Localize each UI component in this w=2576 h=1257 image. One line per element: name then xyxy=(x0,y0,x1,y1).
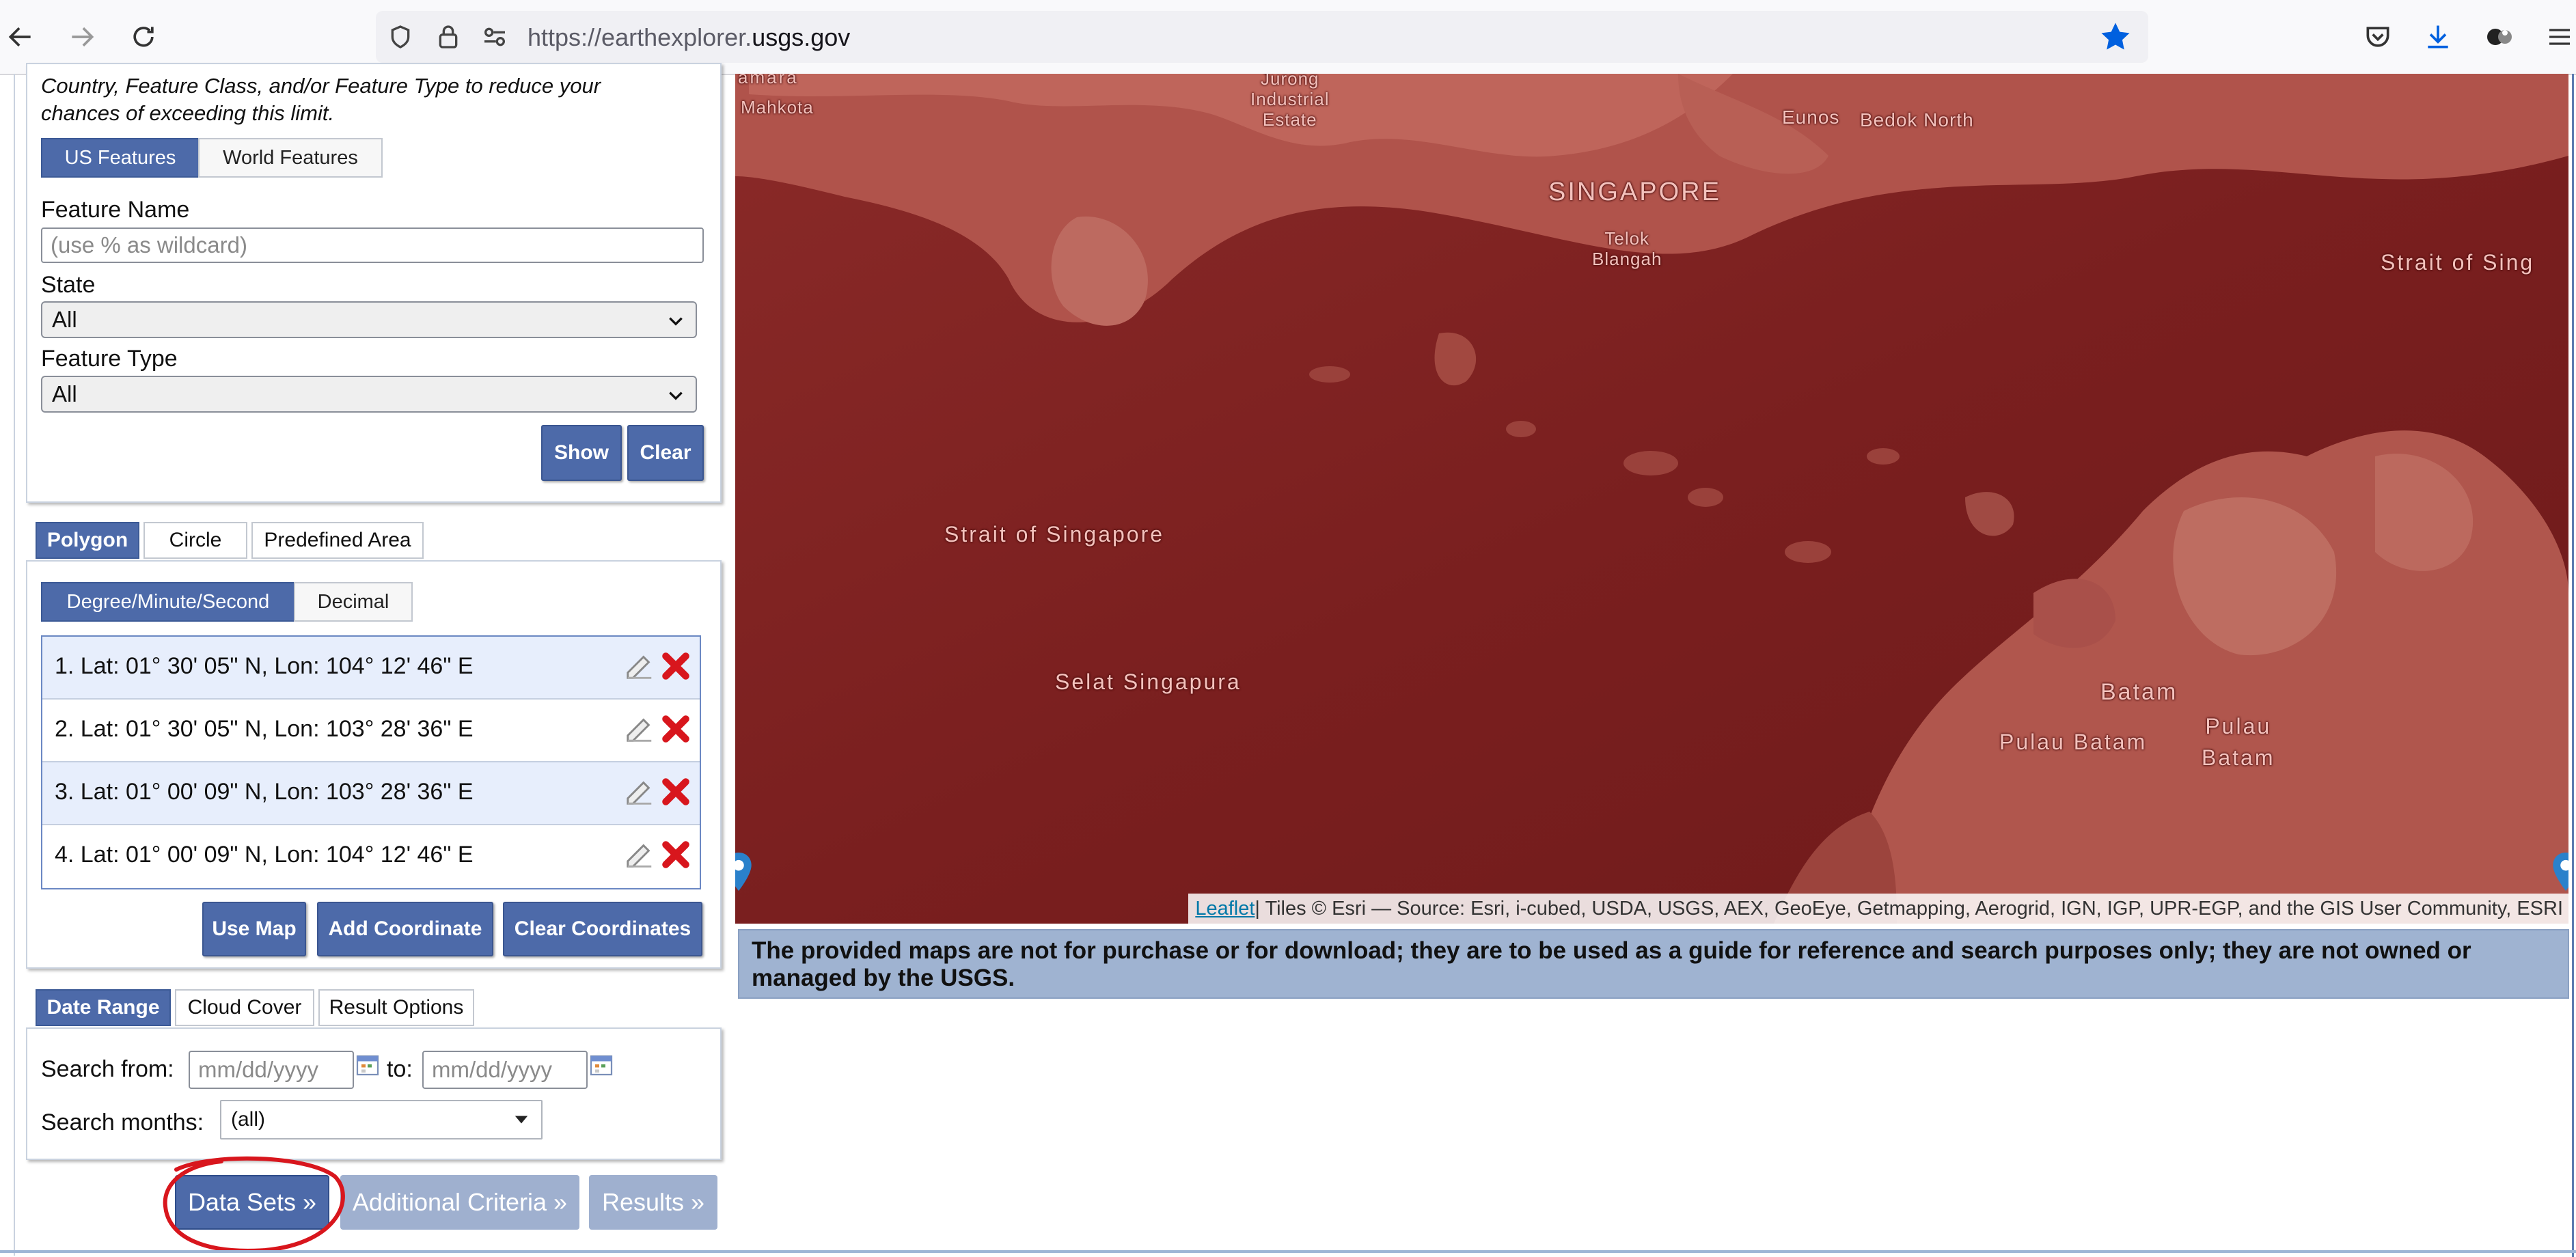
extensions-icon[interactable] xyxy=(2480,18,2519,56)
reload-icon[interactable] xyxy=(123,16,164,57)
download-icon[interactable] xyxy=(2419,18,2457,56)
tab-cloud-cover[interactable]: Cloud Cover xyxy=(175,989,314,1026)
page-right-border xyxy=(2572,74,2574,1257)
limit-note: Country, Feature Class, and/or Feature T… xyxy=(41,74,601,125)
date-range-panel xyxy=(26,1027,722,1160)
menu-icon[interactable] xyxy=(2540,18,2576,56)
add-coordinate-button[interactable]: Add Coordinate xyxy=(317,902,493,956)
coordinate-row: 3. Lat: 01° 00' 09" N, Lon: 103° 28' 36"… xyxy=(42,762,700,825)
map-view[interactable]: amara Mahkota Jurong Industrial Estate E… xyxy=(735,74,2568,924)
coordinate-list: 1. Lat: 01° 30' 05" N, Lon: 104° 12' 46"… xyxy=(41,635,701,889)
map-label-selat-singapura: Selat Singapura xyxy=(1055,669,1242,694)
search-from-label: Search from: xyxy=(41,1056,174,1082)
clear-button[interactable]: Clear xyxy=(627,425,704,481)
chevron-down-icon xyxy=(669,317,683,326)
feature-name-input[interactable]: (use % as wildcard) xyxy=(41,227,704,263)
tab-result-options[interactable]: Result Options xyxy=(318,989,474,1026)
shield-icon[interactable] xyxy=(384,20,417,53)
map-label-eunos: Eunos xyxy=(1782,107,1840,128)
url-text[interactable]: https://earthexplorer.usgs.gov xyxy=(527,23,850,52)
map-label-bedok-north: Bedok North xyxy=(1860,109,1974,130)
map-attribution: Leaflet | Tiles © Esri — Source: Esri, i… xyxy=(1188,894,2568,924)
dropdown-arrow-icon xyxy=(515,1116,528,1124)
url-bar[interactable]: https://earthexplorer.usgs.gov xyxy=(376,11,2148,63)
map-marker-icon[interactable] xyxy=(2553,853,2568,891)
forward-icon[interactable] xyxy=(61,16,102,57)
clear-coordinates-button[interactable]: Clear Coordinates xyxy=(503,902,702,956)
feature-type-select-value: All xyxy=(52,381,77,406)
use-map-button[interactable]: Use Map xyxy=(202,902,306,956)
state-select[interactable]: All xyxy=(41,301,697,338)
coordinate-text: 4. Lat: 01° 00' 09" N, Lon: 104° 12' 46"… xyxy=(55,842,474,868)
edit-icon[interactable] xyxy=(623,650,656,682)
decimal-format-tab[interactable]: Decimal xyxy=(294,582,413,622)
map-label-amara: amara xyxy=(738,74,799,87)
search-to-label: to: xyxy=(387,1056,413,1082)
dms-format-tab[interactable]: Degree/Minute/Second xyxy=(41,582,295,622)
map-disclaimer: The provided maps are not for purchase o… xyxy=(738,929,2569,999)
calendar-icon[interactable] xyxy=(589,1052,614,1077)
delete-icon[interactable] xyxy=(659,775,693,809)
page-left-border xyxy=(14,74,15,1256)
delete-icon[interactable] xyxy=(659,838,693,872)
tab-predefined-area[interactable]: Predefined Area xyxy=(251,522,424,559)
feature-name-label: Feature Name xyxy=(41,197,190,223)
pocket-icon[interactable] xyxy=(2359,18,2397,56)
world-features-tab[interactable]: World Features xyxy=(198,138,383,178)
map-label-jurong: Jurong Industrial Estate xyxy=(1250,74,1330,130)
additional-criteria-button[interactable]: Additional Criteria » xyxy=(340,1175,579,1230)
back-icon[interactable] xyxy=(0,16,41,57)
show-button[interactable]: Show xyxy=(541,425,622,481)
search-months-label: Search months: xyxy=(41,1109,204,1135)
url-prefix: https://earthexplorer. xyxy=(527,23,752,51)
map-label-pulau-batam: Pulau Batam xyxy=(1999,730,2148,754)
coordinate-row: 1. Lat: 01° 30' 05" N, Lon: 104° 12' 46"… xyxy=(42,637,700,700)
map-label-telok-blangah: Telok Blangah xyxy=(1592,228,1662,269)
map-label-strait-of-singapore: Strait of Singapore xyxy=(944,522,1165,547)
delete-icon[interactable] xyxy=(659,649,693,683)
coordinate-row: 2. Lat: 01° 30' 05" N, Lon: 103° 28' 36"… xyxy=(42,700,700,762)
calendar-icon[interactable] xyxy=(355,1052,380,1077)
map-label-strait-right: Strait of Sing xyxy=(2381,250,2535,275)
leaflet-link[interactable]: Leaflet xyxy=(1195,898,1255,920)
coordinate-text: 3. Lat: 01° 00' 09" N, Lon: 103° 28' 36"… xyxy=(55,779,474,805)
lock-icon[interactable] xyxy=(432,20,465,53)
date-to-input[interactable]: mm/dd/yyyy xyxy=(422,1051,588,1089)
chevron-down-icon xyxy=(669,391,683,400)
tab-polygon[interactable]: Polygon xyxy=(36,522,139,559)
map-label-singapore: SINGAPORE xyxy=(1548,178,1721,206)
attribution-text: | Tiles © Esri — Source: Esri, i-cubed, … xyxy=(1255,897,2563,920)
edit-icon[interactable] xyxy=(623,713,656,745)
coordinate-text: 2. Lat: 01° 30' 05" N, Lon: 103° 28' 36"… xyxy=(55,716,474,742)
bookmark-star-icon[interactable] xyxy=(2098,19,2133,55)
us-features-tab[interactable]: US Features xyxy=(41,138,200,178)
edit-icon[interactable] xyxy=(623,839,656,870)
url-domain: usgs.gov xyxy=(752,23,851,51)
date-from-input[interactable]: mm/dd/yyyy xyxy=(189,1051,354,1089)
delete-icon[interactable] xyxy=(659,712,693,746)
coordinate-text: 1. Lat: 01° 30' 05" N, Lon: 104° 12' 46"… xyxy=(55,653,474,679)
map-label-pulau-batam-2: Pulau Batam xyxy=(2202,714,2275,770)
feature-type-select[interactable]: All xyxy=(41,376,697,413)
search-months-value: (all) xyxy=(231,1108,265,1131)
feature-type-label: Feature Type xyxy=(41,346,178,372)
page-bottom-border xyxy=(0,1250,2576,1253)
state-label: State xyxy=(41,272,96,298)
search-months-select[interactable]: (all) xyxy=(220,1100,543,1139)
annotation-circle xyxy=(163,1156,345,1253)
tab-circle[interactable]: Circle xyxy=(143,522,247,559)
map-marker-icon[interactable] xyxy=(735,853,752,891)
results-button[interactable]: Results » xyxy=(589,1175,717,1230)
map-label-batam: Batam xyxy=(2100,679,2178,705)
permissions-icon[interactable] xyxy=(478,20,511,53)
state-select-value: All xyxy=(52,307,77,332)
coordinate-row: 4. Lat: 01° 00' 09" N, Lon: 104° 12' 46"… xyxy=(42,825,700,888)
edit-icon[interactable] xyxy=(623,776,656,807)
tab-date-range[interactable]: Date Range xyxy=(36,989,171,1026)
map-label-mahkota: Mahkota xyxy=(741,97,814,118)
